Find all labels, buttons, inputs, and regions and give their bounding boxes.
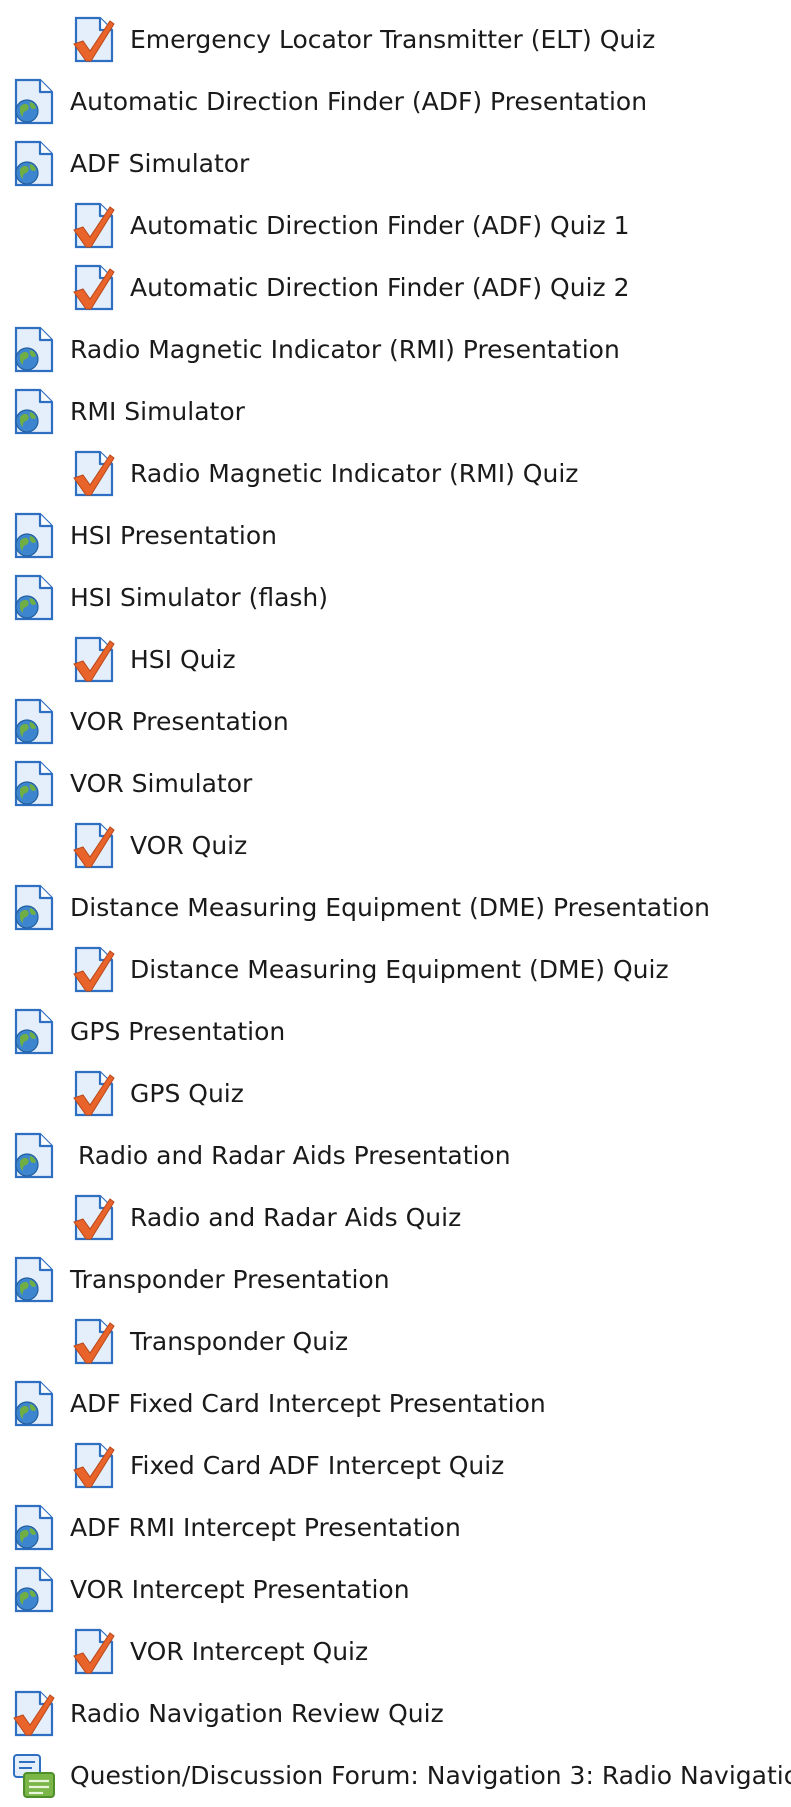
activity-link[interactable]: VOR Presentation (70, 707, 289, 737)
activity-item[interactable]: Distance Measuring Equipment (DME) Prese… (0, 877, 791, 939)
web-page-icon (10, 511, 56, 561)
activity-link[interactable]: Fixed Card ADF Intercept Quiz (130, 1451, 504, 1481)
activity-item[interactable]: Automatic Direction Finder (ADF) Quiz 2 (0, 257, 791, 319)
quiz-icon (70, 635, 116, 685)
activity-link[interactable]: ADF Fixed Card Intercept Presentation (70, 1389, 546, 1419)
web-page-icon (10, 139, 56, 189)
activity-item[interactable]: HSI Presentation (0, 505, 791, 567)
activity-link[interactable]: Radio Navigation Review Quiz (70, 1699, 444, 1729)
quiz-icon (70, 1317, 116, 1367)
quiz-icon (10, 1689, 56, 1739)
activity-link[interactable]: Question/Discussion Forum: Navigation 3:… (70, 1761, 791, 1791)
web-page-icon (10, 573, 56, 623)
activity-item[interactable]: Automatic Direction Finder (ADF) Present… (0, 71, 791, 133)
web-page-icon (10, 1379, 56, 1429)
activity-item[interactable]: GPS Presentation (0, 1001, 791, 1063)
activity-link[interactable]: Radio and Radar Aids Quiz (130, 1203, 461, 1233)
activity-link[interactable]: Distance Measuring Equipment (DME) Prese… (70, 893, 710, 923)
forum-icon (10, 1751, 56, 1801)
quiz-icon (70, 263, 116, 313)
activity-link[interactable]: HSI Simulator (flash) (70, 583, 328, 613)
activity-link[interactable]: HSI Quiz (130, 645, 236, 675)
activity-link[interactable]: Radio Magnetic Indicator (RMI) Quiz (130, 459, 578, 489)
activity-link[interactable]: VOR Intercept Quiz (130, 1637, 368, 1667)
activity-item[interactable]: VOR Presentation (0, 691, 791, 753)
quiz-icon (70, 1193, 116, 1243)
quiz-icon (70, 1069, 116, 1119)
web-page-icon (10, 1255, 56, 1305)
web-page-icon (10, 1503, 56, 1553)
activity-link[interactable]: Radio and Radar Aids Presentation (70, 1141, 511, 1171)
activity-link[interactable]: VOR Intercept Presentation (70, 1575, 410, 1605)
web-page-icon (10, 387, 56, 437)
activity-link[interactable]: Automatic Direction Finder (ADF) Present… (70, 87, 647, 117)
activity-item[interactable]: ADF RMI Intercept Presentation (0, 1497, 791, 1559)
activity-link[interactable]: GPS Presentation (70, 1017, 285, 1047)
activity-item[interactable]: ADF Simulator (0, 133, 791, 195)
activity-item[interactable]: ADF Fixed Card Intercept Presentation (0, 1373, 791, 1435)
activity-link[interactable]: ADF Simulator (70, 149, 249, 179)
web-page-icon (10, 883, 56, 933)
activity-link[interactable]: Automatic Direction Finder (ADF) Quiz 2 (130, 273, 630, 303)
activity-item[interactable]: Radio Magnetic Indicator (RMI) Quiz (0, 443, 791, 505)
quiz-icon (70, 945, 116, 995)
quiz-icon (70, 15, 116, 65)
web-page-icon (10, 1565, 56, 1615)
activity-item[interactable]: VOR Quiz (0, 815, 791, 877)
activity-link[interactable]: VOR Simulator (70, 769, 252, 799)
activity-item[interactable]: Question/Discussion Forum: Navigation 3:… (0, 1745, 791, 1807)
quiz-icon (70, 821, 116, 871)
quiz-icon (70, 201, 116, 251)
quiz-icon (70, 1441, 116, 1491)
activity-link[interactable]: Transponder Presentation (70, 1265, 390, 1295)
web-page-icon (10, 1007, 56, 1057)
activity-item[interactable]: VOR Intercept Quiz (0, 1621, 791, 1683)
activity-list: Emergency Locator Transmitter (ELT) Quiz… (0, 9, 791, 1807)
activity-item[interactable]: Fixed Card ADF Intercept Quiz (0, 1435, 791, 1497)
activity-item[interactable]: Emergency Locator Transmitter (ELT) Quiz (0, 9, 791, 71)
quiz-icon (70, 1627, 116, 1677)
quiz-icon (70, 449, 116, 499)
activity-item[interactable]: HSI Quiz (0, 629, 791, 691)
activity-link[interactable]: Transponder Quiz (130, 1327, 348, 1357)
web-page-icon (10, 325, 56, 375)
activity-item[interactable]: VOR Simulator (0, 753, 791, 815)
activity-link[interactable]: Radio Magnetic Indicator (RMI) Presentat… (70, 335, 620, 365)
activity-item[interactable]: RMI Simulator (0, 381, 791, 443)
web-page-icon (10, 77, 56, 127)
activity-item[interactable]: Transponder Quiz (0, 1311, 791, 1373)
activity-link[interactable]: Emergency Locator Transmitter (ELT) Quiz (130, 25, 655, 55)
activity-link[interactable]: VOR Quiz (130, 831, 247, 861)
activity-item[interactable]: Transponder Presentation (0, 1249, 791, 1311)
activity-item[interactable]: Automatic Direction Finder (ADF) Quiz 1 (0, 195, 791, 257)
activity-item[interactable]: GPS Quiz (0, 1063, 791, 1125)
activity-item[interactable]: Radio and Radar Aids Quiz (0, 1187, 791, 1249)
activity-item[interactable]: VOR Intercept Presentation (0, 1559, 791, 1621)
activity-item[interactable]: Radio Navigation Review Quiz (0, 1683, 791, 1745)
activity-item[interactable]: Radio Magnetic Indicator (RMI) Presentat… (0, 319, 791, 381)
activity-link[interactable]: Automatic Direction Finder (ADF) Quiz 1 (130, 211, 630, 241)
activity-link[interactable]: HSI Presentation (70, 521, 277, 551)
activity-item[interactable]: Radio and Radar Aids Presentation (0, 1125, 791, 1187)
web-page-icon (10, 697, 56, 747)
activity-link[interactable]: RMI Simulator (70, 397, 245, 427)
web-page-icon (10, 1131, 56, 1181)
activity-item[interactable]: Distance Measuring Equipment (DME) Quiz (0, 939, 791, 1001)
web-page-icon (10, 759, 56, 809)
activity-item[interactable]: HSI Simulator (flash) (0, 567, 791, 629)
activity-link[interactable]: ADF RMI Intercept Presentation (70, 1513, 461, 1543)
activity-link[interactable]: Distance Measuring Equipment (DME) Quiz (130, 955, 669, 985)
activity-link[interactable]: GPS Quiz (130, 1079, 244, 1109)
